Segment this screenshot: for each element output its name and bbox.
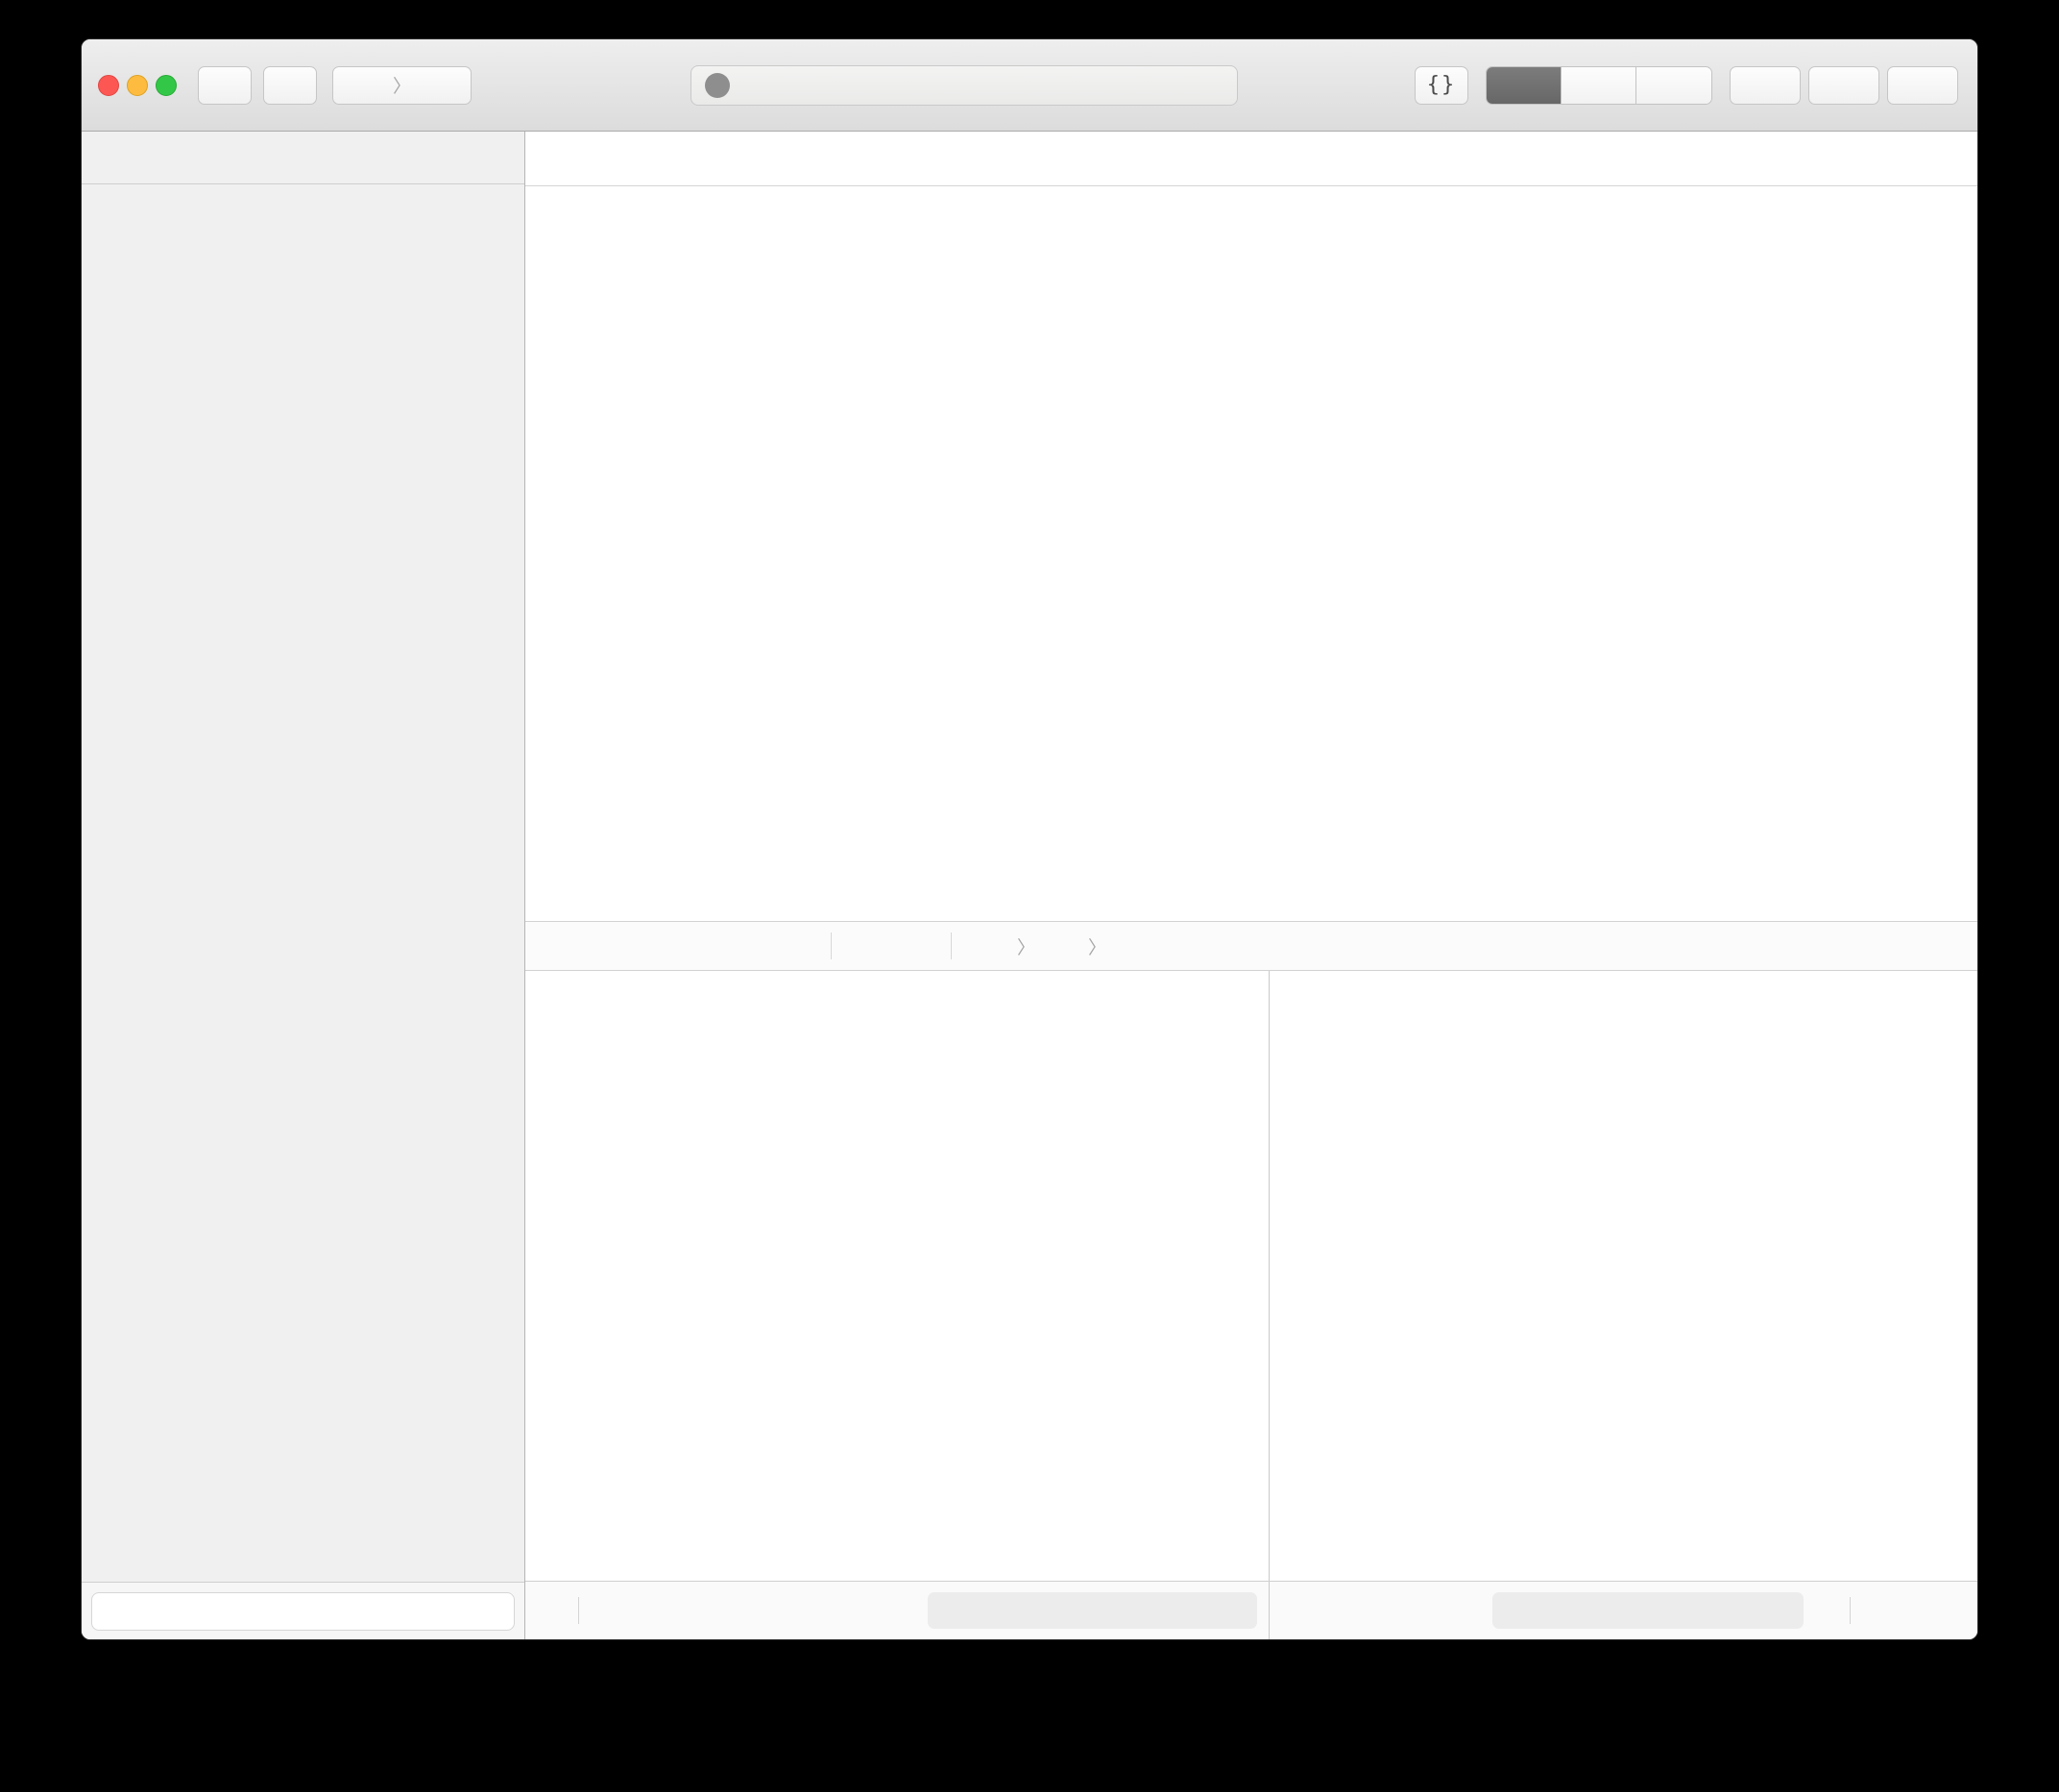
chevron-separator: 〉	[1086, 933, 1108, 959]
toggle-navigator-button[interactable]	[1730, 66, 1801, 105]
variables-bottom-bar	[525, 1582, 1269, 1639]
minimize-window-button[interactable]	[127, 75, 148, 96]
console-bottom-bar	[1269, 1582, 1977, 1639]
continue-button[interactable]	[639, 933, 664, 958]
toggle-variables-view-button[interactable]	[1865, 1598, 1898, 1623]
navigator-filter-input[interactable]	[91, 1592, 515, 1631]
chevron-separator: 〉	[391, 72, 413, 98]
variables-scope-dropdown[interactable]	[548, 1599, 565, 1622]
window-controls	[98, 75, 177, 96]
step-out-button[interactable]	[783, 933, 808, 958]
activity-viewer[interactable]	[690, 65, 1238, 106]
quicklook-button[interactable]	[593, 1599, 616, 1622]
run-button[interactable]	[198, 66, 252, 105]
library-button[interactable]: {}	[1415, 66, 1468, 105]
filter-stack-frames-button[interactable]	[449, 1599, 474, 1624]
debug-view-hierarchy-button[interactable]	[855, 933, 880, 958]
debug-navigator	[82, 132, 525, 1639]
editor-area: 〉 〉	[525, 132, 1977, 1639]
step-into-button[interactable]	[735, 933, 760, 958]
print-description-button[interactable]	[627, 1599, 650, 1622]
standard-editor-button[interactable]	[1487, 67, 1562, 104]
zoom-window-button[interactable]	[156, 75, 177, 96]
toolbar: 〉 {}	[82, 39, 1977, 132]
editor-mode-segmented-control	[1486, 66, 1712, 105]
chevron-separator: 〉	[1015, 933, 1037, 959]
debug-area-bottom-bar	[525, 1581, 1977, 1639]
divider	[1850, 1597, 1851, 1624]
debug-area	[525, 971, 1977, 1581]
go-forward-button[interactable]	[606, 148, 627, 169]
toggle-inspector-button[interactable]	[1887, 66, 1958, 105]
scheme-selector[interactable]: 〉	[332, 66, 472, 105]
close-window-button[interactable]	[98, 75, 119, 96]
assistant-editor-button[interactable]	[1562, 67, 1636, 104]
stop-button[interactable]	[263, 66, 317, 105]
source-editor[interactable]	[525, 186, 1977, 921]
issues-indicator[interactable]	[1194, 74, 1223, 97]
navigator-filter-buttons	[418, 1599, 506, 1624]
filter-running-threads-button[interactable]	[418, 1599, 443, 1624]
debug-bar: 〉 〉	[525, 921, 1977, 971]
console-view[interactable]	[1269, 971, 1977, 1581]
navigator-tab-bar	[82, 132, 524, 184]
jump-bar	[525, 132, 1977, 186]
breakpoints-toggle-button[interactable]	[591, 933, 616, 958]
previous-issue-button[interactable]	[1874, 148, 1895, 169]
version-editor-button[interactable]	[1636, 67, 1711, 104]
activity-count-badge	[705, 73, 730, 98]
braces-icon: {}	[1427, 73, 1457, 97]
debug-navigator-content	[82, 184, 524, 1582]
hide-debug-area-button[interactable]	[543, 933, 568, 958]
next-issue-button[interactable]	[1937, 148, 1958, 169]
divider	[578, 1597, 579, 1624]
toolbar-right: {}	[1415, 66, 1958, 105]
go-back-button[interactable]	[575, 148, 596, 169]
variables-view	[525, 971, 1269, 1581]
step-over-button[interactable]	[687, 933, 712, 958]
console-output-dropdown[interactable]	[1293, 1599, 1309, 1622]
toggle-debug-area-button[interactable]	[1808, 66, 1879, 105]
issue-navigation	[1874, 147, 1958, 170]
related-items-button[interactable]	[541, 146, 566, 171]
memory-graph-button[interactable]	[903, 933, 928, 958]
panel-toggles	[1730, 66, 1958, 105]
navigator-filter-bar	[82, 1582, 524, 1639]
divider	[831, 932, 832, 959]
divider	[951, 932, 952, 959]
debug-location-breadcrumb: 〉 〉	[975, 933, 1149, 959]
view-mode-button[interactable]	[481, 1599, 506, 1624]
clear-console-button[interactable]	[1810, 1598, 1835, 1623]
xcode-window: 〉 {}	[81, 38, 1978, 1640]
console-filter-input[interactable]	[1492, 1592, 1804, 1629]
toggle-console-view-button[interactable]	[1910, 1598, 1943, 1623]
variables-filter-input[interactable]	[928, 1592, 1257, 1629]
